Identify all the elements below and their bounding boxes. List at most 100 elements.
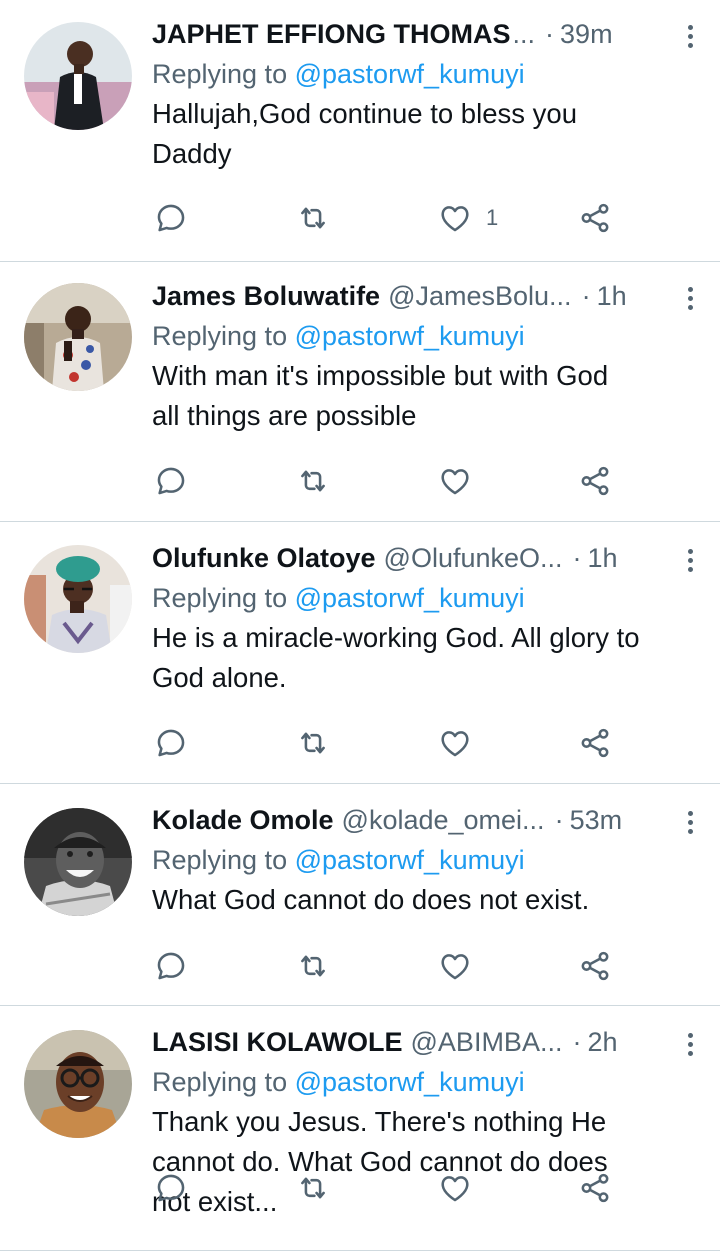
- reply-button[interactable]: [154, 946, 188, 986]
- retweet-arrows-icon: [296, 201, 330, 235]
- tweet-text: With man it's impossible but with God all…: [152, 356, 700, 436]
- like-button[interactable]: 1: [438, 198, 498, 238]
- reply-button[interactable]: [154, 198, 188, 238]
- tweet-text: Hallujah,God continue to bless you Daddy: [152, 94, 700, 174]
- separator-dot: ·: [581, 280, 591, 311]
- tweet-header: James Boluwatife @JamesBolu... · 1h: [152, 276, 700, 316]
- replying-to: Replying to @pastorwf_kumuyi: [152, 578, 700, 618]
- comment-bubble-icon: [154, 949, 188, 983]
- tweet-reply[interactable]: LASISI KOLAWOLE @ABIMBA... · 2h Replying…: [0, 1006, 720, 1251]
- tweet-reply[interactable]: JAPHET EFFIONG THOMAS ... · 39m Replying…: [0, 0, 720, 262]
- replying-to-label: Replying to: [152, 321, 288, 351]
- comment-bubble-icon: [154, 464, 188, 498]
- share-button[interactable]: [578, 198, 612, 238]
- author-name[interactable]: Olufunke Olatoye: [152, 543, 376, 574]
- author-handle[interactable]: @ABIMBA...: [411, 1027, 563, 1058]
- share-nodes-icon: [578, 949, 612, 983]
- avatar[interactable]: [24, 545, 132, 653]
- retweet-button[interactable]: [296, 723, 330, 763]
- action-bar: [152, 723, 622, 763]
- vertical-dots-icon[interactable]: [680, 808, 700, 836]
- share-button[interactable]: [578, 1168, 612, 1208]
- share-button[interactable]: [578, 461, 612, 501]
- heart-icon: [438, 1171, 472, 1205]
- mention-link[interactable]: @pastorwf_kumuyi: [295, 583, 525, 613]
- like-button[interactable]: [438, 946, 472, 986]
- retweet-arrows-icon: [296, 726, 330, 760]
- like-button[interactable]: [438, 1168, 472, 1208]
- retweet-button[interactable]: [296, 198, 330, 238]
- replying-to: Replying to @pastorwf_kumuyi: [152, 54, 700, 94]
- heart-icon: [438, 949, 472, 983]
- author-name[interactable]: LASISI KOLAWOLE: [152, 1027, 403, 1058]
- mention-link[interactable]: @pastorwf_kumuyi: [295, 1067, 525, 1097]
- reply-button[interactable]: [154, 1168, 188, 1208]
- vertical-dots-icon[interactable]: [680, 546, 700, 574]
- author-handle[interactable]: @OlufunkeO...: [384, 543, 563, 574]
- tweet-text-line: With man it's impossible but with God: [152, 360, 609, 391]
- author-name[interactable]: JAPHET EFFIONG THOMAS: [152, 19, 511, 50]
- author-handle[interactable]: @JamesBolu...: [388, 281, 571, 312]
- share-nodes-icon: [578, 201, 612, 235]
- tweet-text-line: He is a miracle-working God. All glory t…: [152, 622, 640, 653]
- tweet-text-line: Daddy: [152, 138, 232, 169]
- vertical-dots-icon[interactable]: [680, 284, 700, 312]
- author-name[interactable]: James Boluwatife: [152, 281, 380, 312]
- mention-link[interactable]: @pastorwf_kumuyi: [295, 321, 525, 351]
- author-name[interactable]: Kolade Omole: [152, 805, 334, 836]
- timestamp[interactable]: 1h: [597, 281, 627, 312]
- retweet-arrows-icon: [296, 949, 330, 983]
- mention-link[interactable]: @pastorwf_kumuyi: [295, 845, 525, 875]
- action-bar: [152, 1168, 622, 1208]
- avatar[interactable]: [24, 808, 132, 916]
- avatar[interactable]: [24, 283, 132, 391]
- vertical-dots-icon[interactable]: [680, 22, 700, 50]
- retweet-button[interactable]: [296, 946, 330, 986]
- action-bar: [152, 946, 622, 986]
- tweet-text-line: all things are possible: [152, 400, 417, 431]
- separator-dot: ·: [554, 804, 564, 835]
- tweet-text-line: God alone.: [152, 662, 287, 693]
- tweet-reply[interactable]: Olufunke Olatoye @OlufunkeO... · 1h Repl…: [0, 522, 720, 784]
- retweet-arrows-icon: [296, 464, 330, 498]
- tweet-text-line: Thank you Jesus. There's nothing He: [152, 1106, 607, 1137]
- tweet-text: What God cannot do does not exist.: [152, 880, 700, 920]
- timestamp[interactable]: 2h: [587, 1027, 617, 1058]
- author-handle[interactable]: @kolade_omei...: [342, 805, 545, 836]
- mention-link[interactable]: @pastorwf_kumuyi: [295, 59, 525, 89]
- heart-icon: [438, 464, 472, 498]
- reply-button[interactable]: [154, 723, 188, 763]
- share-button[interactable]: [578, 723, 612, 763]
- share-nodes-icon: [578, 726, 612, 760]
- tweet-header: Olufunke Olatoye @OlufunkeO... · 1h: [152, 538, 700, 578]
- action-bar: [152, 461, 622, 501]
- name-ellipsis: ...: [512, 18, 536, 49]
- like-button[interactable]: [438, 723, 472, 763]
- timestamp[interactable]: 53m: [570, 805, 623, 836]
- comment-bubble-icon: [154, 1171, 188, 1205]
- like-button[interactable]: [438, 461, 472, 501]
- avatar[interactable]: [24, 1030, 132, 1138]
- heart-icon: [438, 726, 472, 760]
- replying-to-label: Replying to: [152, 1067, 288, 1097]
- tweet-reply[interactable]: Kolade Omole @kolade_omei... · 53m Reply…: [0, 784, 720, 1006]
- vertical-dots-icon[interactable]: [680, 1030, 700, 1058]
- tweet-text-line: What God cannot do does not exist.: [152, 884, 590, 915]
- replying-to-label: Replying to: [152, 583, 288, 613]
- timestamp[interactable]: 39m: [560, 19, 613, 50]
- retweet-button[interactable]: [296, 1168, 330, 1208]
- share-button[interactable]: [578, 946, 612, 986]
- reply-button[interactable]: [154, 461, 188, 501]
- replying-to: Replying to @pastorwf_kumuyi: [152, 840, 700, 880]
- tweet-reply[interactable]: James Boluwatife @JamesBolu... · 1h Repl…: [0, 262, 720, 522]
- share-nodes-icon: [578, 464, 612, 498]
- comment-bubble-icon: [154, 726, 188, 760]
- retweet-button[interactable]: [296, 461, 330, 501]
- replying-to-label: Replying to: [152, 59, 288, 89]
- share-nodes-icon: [578, 1171, 612, 1205]
- timestamp[interactable]: 1h: [588, 543, 618, 574]
- tweet-header: Kolade Omole @kolade_omei... · 53m: [152, 800, 700, 840]
- avatar[interactable]: [24, 22, 132, 130]
- reply-feed: JAPHET EFFIONG THOMAS ... · 39m Replying…: [0, 0, 720, 1251]
- tweet-header: LASISI KOLAWOLE @ABIMBA... · 2h: [152, 1022, 700, 1062]
